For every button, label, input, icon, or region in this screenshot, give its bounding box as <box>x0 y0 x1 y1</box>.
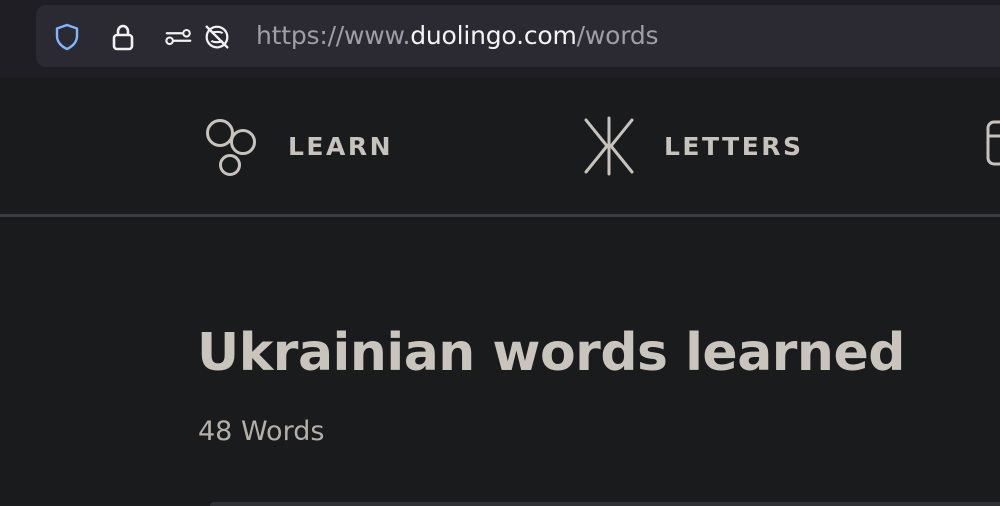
learn-bubbles-icon <box>200 114 262 178</box>
nav-item-learn[interactable]: LEARN <box>200 114 393 178</box>
browser-toolbar: https://www.duolingo.com/words <box>0 0 1000 79</box>
nav-item-partial[interactable] <box>982 114 1000 178</box>
top-nav: LEARN LETTERS <box>0 78 1000 217</box>
nav-label-letters: LETTERS <box>664 131 804 161</box>
url-text[interactable]: https://www.duolingo.com/words <box>256 19 659 53</box>
url-path: /words <box>576 21 659 50</box>
tracking-blocked-icon[interactable] <box>202 22 232 52</box>
permissions-icon[interactable] <box>164 22 194 52</box>
url-scheme: https://www. <box>256 21 411 50</box>
shield-icon[interactable] <box>52 22 82 52</box>
word-count: 48 Words <box>198 416 325 447</box>
partial-nav-icon <box>982 114 1000 178</box>
letters-zhe-icon <box>578 114 640 178</box>
lock-icon[interactable] <box>108 22 138 52</box>
duolingo-page: LEARN LETTERS Ukrainian words learned 48… <box>0 78 1000 506</box>
address-bar[interactable]: https://www.duolingo.com/words <box>36 5 1000 67</box>
word-list-card-edge <box>210 502 1000 506</box>
nav-item-letters[interactable]: LETTERS <box>578 114 804 178</box>
page-title: Ukrainian words learned <box>197 323 905 383</box>
url-host: duolingo.com <box>410 21 577 50</box>
nav-label-learn: LEARN <box>288 131 394 161</box>
